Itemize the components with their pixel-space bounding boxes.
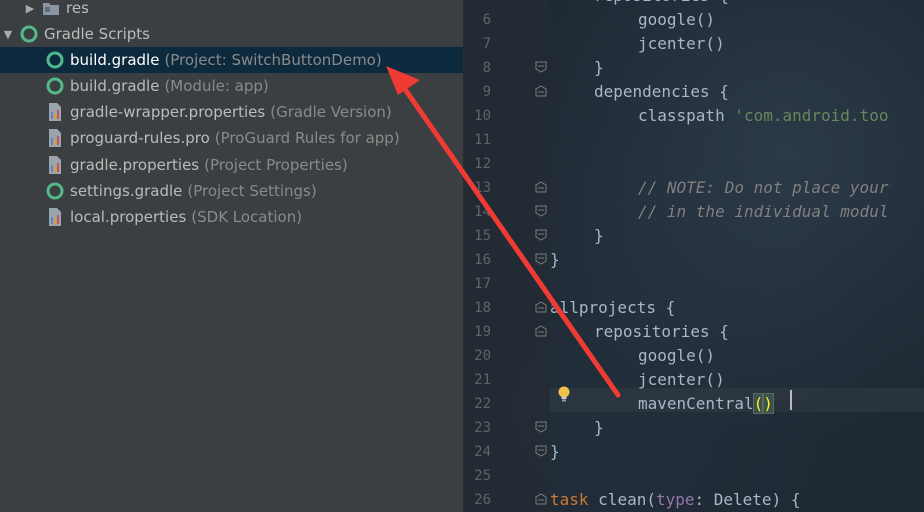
- gradle-icon: [46, 77, 64, 95]
- line-number: 20: [474, 348, 491, 364]
- code-line: }: [594, 58, 604, 77]
- tree-item-res[interactable]: ▶ res: [0, 0, 463, 21]
- code-comment: // in the individual modul: [638, 202, 889, 221]
- fold-marker-icon[interactable]: [535, 61, 547, 73]
- tree-item-label: Gradle Scripts: [44, 25, 150, 43]
- fold-marker-icon[interactable]: [535, 301, 547, 313]
- tree-item-label: build.gradle: [70, 51, 160, 69]
- tree-item-label: settings.gradle: [70, 182, 183, 200]
- tree-item-hint: (ProGuard Rules for app): [214, 129, 400, 147]
- fold-marker-icon[interactable]: [535, 229, 547, 241]
- code-line: repositories {: [594, 322, 729, 341]
- tree-item-build-gradle-module[interactable]: build.gradle (Module: app): [0, 73, 463, 99]
- tree-item-label: gradle-wrapper.properties: [70, 103, 266, 121]
- line-number: 10: [474, 108, 491, 124]
- tree-item-hint: (Project Settings): [187, 182, 317, 200]
- code-identifier: mavenCentral: [638, 394, 754, 413]
- tree-item-build-gradle-project[interactable]: build.gradle (Project: SwitchButtonDemo): [0, 47, 463, 73]
- properties-file-icon: [46, 156, 64, 174]
- code-line: }: [550, 442, 560, 461]
- fold-marker-icon[interactable]: [535, 181, 547, 193]
- tree-item-hint: (Project Properties): [204, 156, 348, 174]
- tree-item-hint: (Gradle Version): [270, 103, 392, 121]
- properties-file-icon: [46, 129, 64, 147]
- tree-item-hint: (Module: app): [164, 77, 269, 95]
- line-number: 15: [474, 228, 491, 244]
- line-number: 23: [474, 420, 491, 436]
- lightbulb-icon[interactable]: [557, 385, 571, 403]
- tree-item-hint: (SDK Location): [191, 208, 303, 226]
- chevron-right-icon[interactable]: ▶: [24, 2, 36, 15]
- code-line: classpath 'com.android.too: [638, 104, 888, 128]
- code-line: task clean(type: Delete) {: [550, 488, 800, 512]
- code-identifier: clean(: [598, 490, 656, 509]
- code-string: 'com.android.too: [734, 106, 889, 125]
- line-number: 12: [474, 156, 491, 172]
- tree-item-label: local.properties: [70, 208, 187, 226]
- line-number: 24: [474, 444, 491, 460]
- project-tree-panel: ▶ res ▼ Gradle Scripts build.gradle (Pro…: [0, 0, 463, 512]
- gradle-icon: [46, 182, 64, 200]
- line-number: 16: [474, 252, 491, 268]
- fold-marker-icon[interactable]: [535, 253, 547, 265]
- gradle-icon: [46, 51, 64, 69]
- tree-group-gradle-scripts[interactable]: ▼ Gradle Scripts: [0, 21, 463, 47]
- tree-item-gradle-properties[interactable]: gradle.properties (Project Properties): [0, 152, 463, 178]
- text-caret: [790, 390, 792, 410]
- code-line: mavenCentral(): [638, 392, 774, 416]
- code-line: jcenter(): [638, 34, 725, 53]
- properties-file-icon: [46, 208, 64, 226]
- fold-marker-icon[interactable]: [535, 421, 547, 433]
- line-number: 6: [482, 12, 491, 28]
- brace-match-highlight: ): [762, 393, 774, 414]
- code-line: }: [594, 226, 604, 245]
- tree-item-proguard-rules[interactable]: proguard-rules.pro (ProGuard Rules for a…: [0, 125, 463, 151]
- code-identifier: : Delete) {: [694, 490, 801, 509]
- tree-item-label: gradle.properties: [70, 156, 200, 174]
- line-number: 17: [474, 276, 491, 292]
- code-line: }: [550, 250, 560, 269]
- code-line: dependencies {: [594, 82, 729, 101]
- tree-item-gradle-wrapper-properties[interactable]: gradle-wrapper.properties (Gradle Versio…: [0, 99, 463, 125]
- properties-file-icon: [46, 103, 64, 121]
- line-number: 13: [474, 180, 491, 196]
- line-number: 14: [474, 204, 491, 220]
- code-line: }: [594, 418, 604, 437]
- code-editor[interactable]: 6 7 8 9 10 11 12 13 14 15 16 17 18 19 20 21 22 23 24 25 26 r…: [465, 0, 924, 512]
- tree-item-settings-gradle[interactable]: settings.gradle (Project Settings): [0, 178, 463, 204]
- line-number: 22: [474, 396, 491, 412]
- line-number: 25: [474, 468, 491, 484]
- fold-marker-icon[interactable]: [535, 493, 547, 505]
- gradle-group-icon: [20, 25, 38, 43]
- code-comment: // NOTE: Do not place your: [638, 178, 889, 197]
- code-line: repositories {: [594, 0, 729, 8]
- code-line: google(): [638, 10, 716, 29]
- line-number: 8: [482, 60, 491, 76]
- fold-marker-icon[interactable]: [535, 445, 547, 457]
- tree-item-local-properties[interactable]: local.properties (SDK Location): [0, 204, 463, 230]
- code-line: allprojects {: [550, 298, 676, 317]
- brace-match-highlight: (: [752, 393, 765, 414]
- code-param: type: [655, 490, 695, 509]
- line-number: 26: [474, 492, 491, 508]
- code-keyword: task: [550, 490, 599, 509]
- line-number: 9: [482, 84, 491, 100]
- fold-marker-icon[interactable]: [535, 205, 547, 217]
- code-identifier: classpath: [638, 106, 735, 125]
- chevron-down-icon[interactable]: ▼: [2, 28, 14, 41]
- line-number: 11: [474, 132, 491, 148]
- line-number: 19: [474, 324, 491, 340]
- code-line: google(): [638, 346, 716, 365]
- tree-item-label: build.gradle: [70, 77, 160, 95]
- fold-marker-icon[interactable]: [535, 325, 547, 337]
- line-number: 21: [474, 372, 491, 388]
- folder-icon: [42, 0, 60, 17]
- tree-item-label: res: [66, 0, 89, 17]
- fold-marker-icon[interactable]: [535, 85, 547, 97]
- line-number: 18: [474, 300, 491, 316]
- tree-item-label: proguard-rules.pro: [70, 129, 210, 147]
- line-number: 7: [482, 36, 491, 52]
- tree-item-hint: (Project: SwitchButtonDemo): [164, 51, 382, 69]
- code-line: jcenter(): [638, 370, 725, 389]
